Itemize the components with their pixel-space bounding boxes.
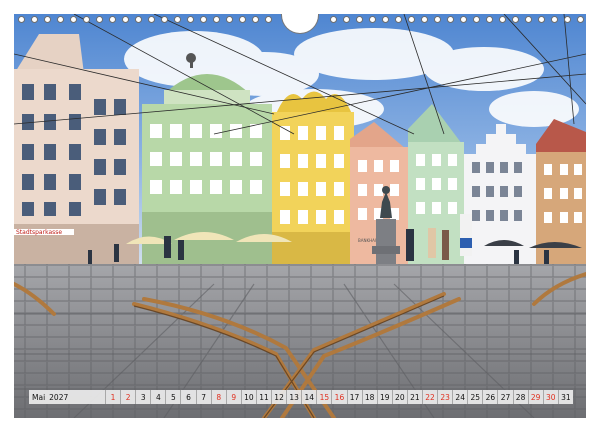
binding-hole xyxy=(122,16,129,23)
binding-hole xyxy=(187,16,194,23)
binding-hole xyxy=(18,16,25,23)
binding-hole xyxy=(421,16,428,23)
calendar-page: Stadtsparkasse BANKHAUS Mai 2027 1 2 3 4… xyxy=(0,0,600,432)
day-cell: 21 xyxy=(406,390,422,404)
binding-hole xyxy=(512,16,519,23)
day-cell: 15 xyxy=(316,390,332,404)
binding-hole xyxy=(200,16,207,23)
day-cell: 17 xyxy=(346,390,362,404)
town-square-photo: Stadtsparkasse BANKHAUS xyxy=(14,14,586,418)
day-cell: 27 xyxy=(497,390,513,404)
storefront-sign: Stadtsparkasse xyxy=(16,229,62,236)
day-cell: 13 xyxy=(286,390,302,404)
binding-hole xyxy=(44,16,51,23)
binding-hole xyxy=(265,16,272,23)
day-cell: 26 xyxy=(482,390,498,404)
binding-hole xyxy=(96,16,103,23)
binding-hole xyxy=(83,16,90,23)
day-cell: 3 xyxy=(135,390,151,404)
building-orange xyxy=(536,119,586,264)
binding-hole xyxy=(252,16,259,23)
binding-hole xyxy=(57,16,64,23)
year: 2027 xyxy=(49,392,69,402)
day-cell: 31 xyxy=(557,390,573,404)
binding-hole xyxy=(473,16,480,23)
day-cell: 11 xyxy=(255,390,272,404)
day-cell: 19 xyxy=(376,390,392,404)
binding-hole xyxy=(70,16,77,23)
day-cell: 2 xyxy=(120,390,136,404)
day-cell: 4 xyxy=(150,390,166,404)
day-cell: 30 xyxy=(542,390,558,404)
binding-hole xyxy=(148,16,155,23)
binding-hole xyxy=(31,16,38,23)
day-cell: 25 xyxy=(467,390,483,404)
day-cell: 10 xyxy=(240,390,256,404)
day-cell: 20 xyxy=(391,390,407,404)
month-name: Mai xyxy=(32,392,46,402)
month-day-strip: Mai 2027 1 2 3 4 5 6 7 8 9 10 11 12 13 14 15 16 17 18 19 20… xyxy=(29,390,573,404)
binding-hole xyxy=(551,16,558,23)
binding-hole xyxy=(382,16,389,23)
day-cell: 5 xyxy=(165,390,181,404)
binding-hole xyxy=(486,16,493,23)
binding-hole xyxy=(356,16,363,23)
binding-hole xyxy=(499,16,506,23)
binding-hole xyxy=(226,16,233,23)
binding-hole xyxy=(161,16,168,23)
binding-hole xyxy=(525,16,532,23)
binding-hole xyxy=(434,16,441,23)
binding-hole xyxy=(577,16,584,23)
binding-hole xyxy=(330,16,337,23)
binding-hole xyxy=(408,16,415,23)
binding-hole xyxy=(395,16,402,23)
day-cell: 12 xyxy=(271,390,287,404)
binding-hole xyxy=(369,16,376,23)
binding-hole xyxy=(239,16,246,23)
day-cell: 16 xyxy=(331,390,347,404)
binding-hole xyxy=(460,16,467,23)
binding-hole xyxy=(564,16,571,23)
building-yellow xyxy=(272,91,354,264)
binding-hole xyxy=(174,16,181,23)
binding-hole xyxy=(109,16,116,23)
day-cell: 29 xyxy=(527,390,543,404)
day-cell: 6 xyxy=(180,390,196,404)
day-cells: 1 2 3 4 5 6 7 8 9 10 11 12 13 14 15 16 17 18 19 20 21 22 23 24 2… xyxy=(105,390,573,404)
day-cell: 1 xyxy=(105,390,121,404)
day-cell: 24 xyxy=(452,390,468,404)
day-cell: 23 xyxy=(437,390,453,404)
day-cell: 7 xyxy=(195,390,211,404)
day-cell: 22 xyxy=(421,390,438,404)
day-cell: 8 xyxy=(210,390,226,404)
binding-hole xyxy=(213,16,220,23)
day-cell: 28 xyxy=(512,390,528,404)
binding-hole xyxy=(343,16,350,23)
day-cell: 14 xyxy=(301,390,317,404)
day-cell: 18 xyxy=(361,390,377,404)
binding-hole xyxy=(447,16,454,23)
binding-hole xyxy=(135,16,142,23)
month-label: Mai 2027 xyxy=(29,390,105,404)
binding-hole xyxy=(538,16,545,23)
day-cell: 9 xyxy=(225,390,241,404)
